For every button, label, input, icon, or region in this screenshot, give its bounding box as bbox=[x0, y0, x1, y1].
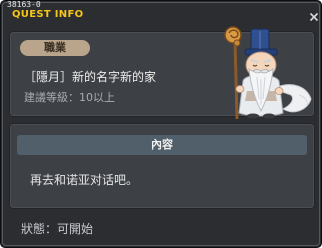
job-label: 職業 bbox=[20, 40, 90, 56]
quest-content-panel: 內容 再去和诺亚对话吧。 bbox=[9, 123, 315, 209]
hat-icon bbox=[244, 28, 278, 56]
content-header: 內容 bbox=[17, 135, 307, 155]
content-text: 再去和诺亚对话吧。 bbox=[30, 173, 139, 187]
quest-name: ［隱月］新的名字新的家 bbox=[24, 70, 157, 84]
npc-portrait bbox=[224, 26, 312, 120]
quest-status: 狀態：可開始 bbox=[21, 222, 94, 236]
staff-icon bbox=[224, 26, 242, 120]
window-title: QUEST INFO bbox=[12, 9, 84, 20]
quest-info-window: 38163-0 QUEST INFO 職業 ［隱月］新的名字新的家 建議等級：1… bbox=[0, 0, 322, 248]
recommended-level: 建議等級：10以上 bbox=[24, 91, 115, 104]
close-button[interactable] bbox=[309, 7, 319, 22]
